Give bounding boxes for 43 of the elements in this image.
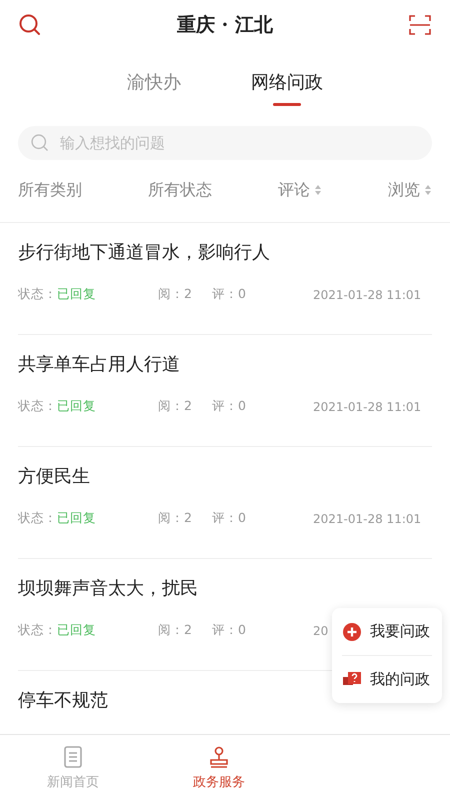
tab[interactable]: 网络问政 [251, 64, 323, 106]
read-count: 阅：2 [158, 510, 193, 527]
item-title: 共享单车占用人行道 [18, 353, 181, 377]
sort-icon [424, 184, 432, 196]
status-text: 状态：已回复 [18, 510, 97, 527]
filter-dropdown[interactable]: 所有类别 [18, 174, 82, 206]
list-item[interactable]: 步行街地下通道冒水，影响行人 状态：已回复 阅：2 评：0 2021-01-28 11:01 [18, 223, 432, 335]
read-count: 阅：2 [158, 622, 193, 639]
item-title: 步行街地下通道冒水，影响行人 [18, 241, 271, 265]
document-icon [61, 744, 85, 768]
item-date: 2021-01-28 11:01 [313, 400, 422, 414]
filter-dropdown[interactable]: 所有状态 [148, 174, 212, 206]
menu-item[interactable]: 我的问政 [342, 655, 432, 703]
item-date: 20 [313, 624, 328, 638]
menu-item[interactable]: 我要问政 [342, 608, 432, 655]
comment-count: 评：0 [212, 398, 247, 415]
search-icon [30, 133, 50, 153]
comment-count: 评：0 [212, 510, 247, 527]
search-input[interactable]: 输入想找的问题 [58, 133, 420, 153]
read-count: 阅：2 [158, 286, 193, 303]
comment-count: 评：0 [212, 286, 247, 303]
tab[interactable]: 渝快办 [127, 64, 181, 106]
filter-dropdown[interactable]: 浏览 [388, 174, 432, 206]
page-title: 重庆 · 江北 [177, 13, 273, 38]
list-item[interactable]: 共享单车占用人行道 状态：已回复 阅：2 评：0 2021-01-28 11:01 [18, 335, 432, 447]
comment-count: 评：0 [212, 622, 247, 639]
search-field[interactable]: 输入想找的问题 [18, 126, 432, 160]
item-title: 坝坝舞声音太大，扰民 [18, 577, 199, 601]
item-title: 停车不规范 [18, 689, 109, 713]
stamp-icon [207, 744, 231, 768]
item-date: 2021-01-28 11:01 [313, 512, 422, 526]
search-icon[interactable] [18, 13, 42, 37]
read-count: 阅：2 [158, 398, 193, 415]
sort-icon [314, 184, 322, 196]
status-text: 状态：已回复 [18, 622, 97, 639]
filter-dropdown[interactable]: 评论 [278, 174, 322, 206]
status-text: 状态：已回复 [18, 286, 97, 303]
item-date: 2021-01-28 11:01 [313, 288, 422, 302]
scan-icon[interactable] [408, 13, 432, 37]
item-title: 方便民生 [18, 465, 91, 489]
status-text: 状态：已回复 [18, 398, 97, 415]
plus-icon [342, 622, 362, 642]
list-item[interactable]: 方便民生 状态：已回复 阅：2 评：0 2021-01-28 11:01 [18, 447, 432, 559]
